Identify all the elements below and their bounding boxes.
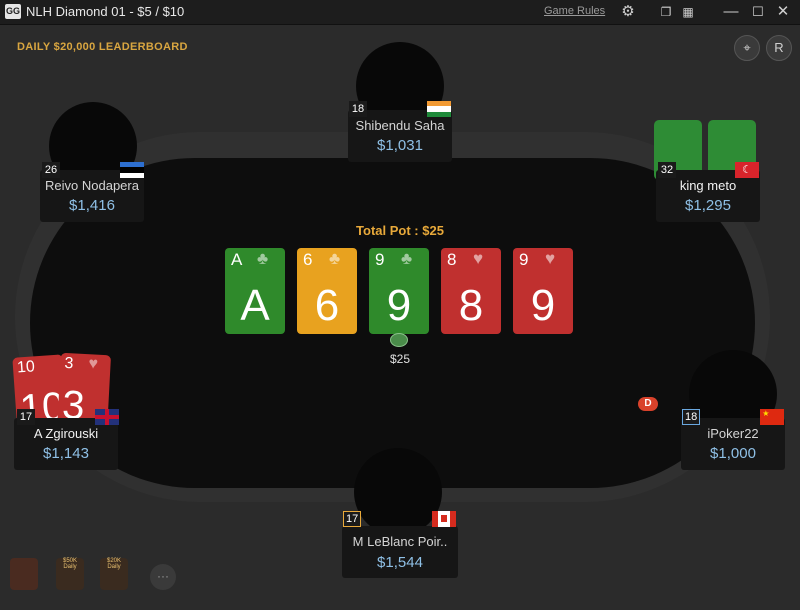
- promo-icon[interactable]: [10, 558, 38, 590]
- card-rank: 9: [519, 250, 529, 269]
- card-rank: A: [231, 250, 243, 269]
- card-rank: 6: [303, 250, 313, 269]
- tile-icon[interactable]: ❐: [656, 2, 676, 22]
- card-rank-large: 8: [458, 281, 484, 330]
- game-rules-link[interactable]: Game Rules: [544, 5, 605, 17]
- maximize-icon[interactable]: ☐: [748, 2, 768, 22]
- card-rank: 3: [64, 354, 74, 373]
- card-rank: 9: [375, 250, 385, 269]
- level-badge: 18: [349, 101, 367, 117]
- card-rank: 10: [16, 358, 36, 377]
- china-flag-icon: ★: [760, 409, 784, 425]
- board-card: 9 ♥ 9: [513, 248, 573, 334]
- player-seat-shibendu[interactable]: Shibendu Saha $1,031: [348, 110, 452, 162]
- level-badge: 26: [42, 162, 60, 178]
- level-badge: 17: [17, 409, 35, 425]
- total-pot-label: Total Pot : $25: [356, 223, 444, 238]
- estonia-flag-icon: [120, 162, 144, 178]
- badge-label: $20K Daily: [106, 558, 121, 570]
- leaderboard-banner[interactable]: DAILY $20,000 LEADERBOARD: [17, 41, 188, 53]
- replay-icon[interactable]: R: [766, 35, 792, 61]
- player-stack: $1,000: [710, 445, 756, 462]
- turkey-flag-icon: ☾: [735, 162, 759, 178]
- settings-icon[interactable]: ⚙: [618, 2, 638, 22]
- club-suit-icon: ♣: [401, 249, 413, 268]
- board-card: 9 ♣ 9: [369, 248, 429, 334]
- player-stack: $1,416: [69, 197, 115, 214]
- level-badge: 17: [343, 511, 362, 527]
- heart-suit-icon: ♥: [473, 249, 484, 268]
- canada-flag-icon: [432, 511, 456, 527]
- club-suit-icon: ♣: [329, 249, 341, 268]
- player-seat-leblanc[interactable]: M LeBlanc Poir.. $1,544: [342, 526, 458, 578]
- title-bar: GG NLH Diamond 01 - $5 / $10 Game Rules …: [0, 0, 800, 25]
- club-suit-icon: ♣: [257, 249, 269, 268]
- india-flag-icon: [427, 101, 451, 117]
- board-card: A ♣ A: [225, 248, 285, 334]
- card-rank-large: 6: [314, 281, 340, 330]
- player-stack: $1,143: [43, 445, 89, 462]
- board-card: 8 ♥ 8: [441, 248, 501, 334]
- uk-flag-icon: [95, 409, 119, 425]
- heart-suit-icon: ♥: [545, 249, 556, 268]
- more-options-button[interactable]: ···: [150, 564, 176, 590]
- window-title: NLH Diamond 01 - $5 / $10: [26, 4, 185, 19]
- avatar[interactable]: [354, 448, 442, 536]
- close-icon[interactable]: ✕: [773, 2, 793, 22]
- daily-leaderboard-icon[interactable]: $50K Daily: [56, 558, 84, 590]
- player-stack: $1,544: [377, 554, 423, 571]
- player-name: Shibendu Saha: [355, 118, 445, 133]
- player-stack: $1,031: [377, 137, 423, 154]
- grid-icon[interactable]: ▦: [678, 2, 698, 22]
- level-badge: 18: [682, 409, 701, 425]
- board-card: 6 ♣ 6: [297, 248, 357, 334]
- chip-stack-icon: [390, 333, 408, 347]
- dealer-button: D: [638, 397, 658, 411]
- minimize-icon[interactable]: —: [721, 2, 741, 22]
- player-name: iPoker22: [707, 426, 759, 441]
- card-rank: 8: [447, 250, 457, 269]
- player-name: king meto: [679, 178, 737, 193]
- player-seat-zgirouski[interactable]: A Zgirouski $1,143: [14, 418, 118, 470]
- level-badge: 32: [658, 162, 676, 178]
- heart-suit-icon: ♥: [88, 355, 99, 373]
- card-rank-large: A: [240, 281, 270, 330]
- pot-amount: $25: [389, 352, 411, 366]
- card-rank-large: 9: [386, 281, 412, 330]
- player-seat-ipoker22[interactable]: iPoker22 $1,000: [681, 418, 785, 470]
- daily-leaderboard-icon[interactable]: $20K Daily: [100, 558, 128, 590]
- player-stack: $1,295: [685, 197, 731, 214]
- player-name: M LeBlanc Poir..: [352, 534, 448, 549]
- card-rank-large: 9: [530, 281, 556, 330]
- badge-label: $50K Daily: [62, 558, 77, 570]
- player-name: A Zgirouski: [33, 426, 99, 441]
- target-icon[interactable]: ⌖: [734, 35, 760, 61]
- player-name: Reivo Nodapera: [45, 178, 139, 193]
- app-logo-icon: GG: [5, 4, 21, 19]
